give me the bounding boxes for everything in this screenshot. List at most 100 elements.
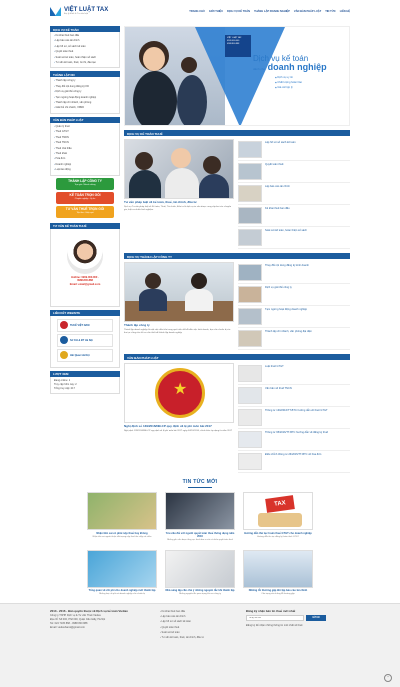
news-card[interactable]: Yêu cầu đối với người quyết toán thuế th… — [165, 492, 235, 542]
list-item[interactable]: Thay đổi nội dung đăng ký kinh doanh — [238, 262, 350, 284]
visit-counter: Đang online: 1 Truy cập hôm nay: 2 Tổng … — [50, 376, 120, 395]
thumbnail — [238, 185, 262, 202]
featured-article[interactable]: Tư vấn pháp luật về kế toán, thuế, tài c… — [124, 139, 234, 249]
list-item[interactable]: Điều chỉnh thông tư 26/2015/TT-BTC về hó… — [238, 451, 350, 473]
news-image — [87, 492, 157, 530]
featured-desc: Nghị định 139/2016/NĐ-CP quy định về lệ … — [124, 429, 233, 432]
nav-about[interactable]: GIỚI THIỆU — [209, 10, 223, 13]
nav-news[interactable]: TIN TỨC — [325, 10, 336, 13]
link-customs-hanoi[interactable]: Hải Quan Hà Nội — [57, 348, 113, 362]
news-card[interactable]: Tổng quan về chi phí cho doanh nghiệp mớ… — [87, 549, 157, 597]
newsletter-submit-button[interactable]: GỬI ĐI — [306, 615, 326, 621]
link-tax-vietnam[interactable]: THUẾ VIỆT NAM — [57, 318, 113, 332]
nav-company[interactable]: THÀNH LẬP DOANH NGHIỆP — [254, 10, 290, 13]
news-card[interactable]: Nhà sáng lập cần chú ý những nguyên tắc … — [165, 549, 235, 597]
list-item-title: Tạm ngừng hoạt động doanh nghiệp — [265, 308, 308, 311]
thumbnail — [238, 365, 262, 382]
sidebar-item[interactable]: Giải thể chi nhánh, VPĐD — [54, 105, 116, 110]
news-image — [87, 549, 157, 588]
banner-bullets: Dịch vụ uy tín Chất lượng hoàn hảo Giá c… — [275, 76, 302, 90]
list-item[interactable]: Dịch vụ giải thể công ty — [238, 284, 350, 306]
partner-links: THUẾ VIỆT NAM Sở KH & ĐT Hà Nội Hải Quan… — [50, 315, 120, 368]
list-item[interactable]: Lập báo cáo tài chính — [238, 183, 350, 205]
list-item[interactable]: Soát xét kế toán, hoàn thiện sổ sách — [238, 227, 350, 249]
thumbnail — [238, 163, 262, 180]
sidebar-item[interactable]: Luật lao động — [54, 167, 116, 172]
sidebar-item[interactable]: Tư vấn kế toán, thuế, ôn thi, đào tạo — [54, 60, 116, 65]
list-item-title: Văn bản về thuế TNCN — [265, 387, 292, 390]
accounting-package-button[interactable]: KẾ TOÁN TRỌN GÓI Chuyên nghiệp - Uy tín — [56, 191, 114, 204]
list-item[interactable]: Quyết toán thuế — [238, 161, 350, 183]
list-item[interactable]: Luật thuế GTGT — [238, 363, 350, 385]
list-item[interactable]: Thông tư 95/2016/TT-BTC hướng dẫn về đăn… — [238, 429, 350, 451]
news-image — [165, 492, 235, 530]
banner-bullet: Chất lượng hoàn hảo — [275, 81, 302, 86]
support-email[interactable]: Email: email@gmail.com — [54, 283, 116, 287]
list-item[interactable]: Văn bản về thuế TNCN — [238, 385, 350, 407]
sidebar-list-company: Thành lập công ty Thay đổi nội dung đăng… — [50, 77, 120, 114]
thumbnail — [238, 409, 262, 426]
list-item[interactable]: Thành lập chi nhánh, văn phòng đại diện — [238, 328, 350, 350]
list-item-title: Soát xét kế toán, hoàn thiện sổ sách — [265, 229, 307, 232]
site-logo[interactable]: VIỆT LUẬT TAX Đại lý thuế & Tư vấn luật — [50, 6, 108, 16]
banner-bullet: Giá cả hợp lý — [275, 86, 302, 91]
hero-banner[interactable]: VIỆT LUẬT TAX 0909.000.000 0988.800.888 … — [124, 26, 350, 126]
featured-article[interactable]: ★ Nghị định số 139/2016/NĐ-CP quy định v… — [124, 363, 234, 473]
news-card[interactable]: TAX Hướng dẫn thủ tục hoàn thuế GTGT cho … — [243, 492, 313, 542]
news-card[interactable]: Nhận tiền sai có phải nộp thuế hay không… — [87, 492, 157, 542]
tax-package-sub: Tận tâm - Hiệu quả — [76, 211, 94, 214]
list-item[interactable]: Lập hồ sơ sổ sách kế toán — [238, 139, 350, 161]
sidebar-list-law: Quản lý thuế Thuế GTGT Thuế TNDN Thuế TN… — [50, 122, 120, 176]
article-list: Thay đổi nội dung đăng ký kinh doanh Dịc… — [238, 262, 350, 350]
newsletter-email-input[interactable] — [246, 615, 304, 621]
list-item[interactable]: Tạm ngừng hoạt động doanh nghiệp — [238, 306, 350, 328]
news-card[interactable]: Những lỗi thường gặp khi lập báo cáo tài… — [243, 549, 313, 597]
nav-home[interactable]: TRANG CHỦ — [189, 10, 205, 13]
dpi-emblem-icon — [60, 336, 68, 345]
footer-email[interactable]: Email: viettaxhanoi@gmail.com — [50, 626, 154, 630]
news-title: Nhận tiền sai có phải nộp thuế hay không — [96, 531, 148, 535]
thumbnail — [238, 387, 262, 404]
news-title: Tổng quan về chi phí cho doanh nghiệp mớ… — [88, 589, 156, 593]
news-grid: Nhận tiền sai có phải nộp thuế hay không… — [50, 492, 350, 596]
list-item[interactable]: Kê khai thuế ban đầu — [238, 205, 350, 227]
featured-title[interactable]: Nghị định số 139/2016/NĐ-CP quy định về … — [124, 424, 234, 429]
list-item-title: Dịch vụ giải thể công ty — [265, 286, 292, 289]
featured-desc: Dịch vụ Tư vấn pháp luật về Kế toán, Thu… — [124, 205, 232, 211]
company-setup-button[interactable]: THÀNH LẬP CÔNG TY Trọn gói - Nhanh chóng — [56, 177, 114, 190]
news-desc: Cẩn trọng với những lỗi thường gặp — [261, 593, 295, 596]
featured-title[interactable]: Thành lập công ty — [124, 323, 234, 328]
link-dpi-hanoi[interactable]: Sở KH & ĐT Hà Nội — [57, 333, 113, 347]
featured-desc: Thành lập doanh nghiệp là một việc đầu t… — [124, 328, 231, 334]
featured-image — [124, 262, 234, 322]
nav-law[interactable]: VĂN BẢN PHÁP LUẬT — [294, 10, 321, 13]
thumbnail — [238, 207, 262, 224]
support-box: Hotline: 0909.000.000 - 0988.800.888 Ema… — [50, 228, 120, 307]
sidebar: DỊCH VỤ KẾ TOÁN Kê khai thuế ban đầu Lập… — [50, 26, 120, 473]
thumbnail — [238, 286, 262, 303]
back-to-top-icon[interactable]: ⌃ — [384, 674, 392, 682]
tax-package-button[interactable]: TƯ VẤN THUẾ TRỌN GÓI Tận tâm - Hiệu quả — [56, 205, 114, 218]
list-item-title: Thông tư 130/2016/TT-BTC hướng dẫn về th… — [265, 409, 328, 412]
featured-article[interactable]: Thành lập công ty Thành lập doanh nghiệp… — [124, 262, 234, 350]
list-item-title: Kê khai thuế ban đầu — [265, 207, 290, 210]
thumbnail — [238, 453, 262, 470]
banner-title: Dịch vụ kế toán dành cho doanh nghiệp — [253, 54, 327, 74]
customs-emblem-icon — [60, 351, 68, 360]
nav-contact[interactable]: LIÊN HỆ — [340, 10, 350, 13]
banner-title-small: dành cho — [253, 67, 266, 71]
footer-company-info: 2013 - 2016 - Bản quyền thuộc về Dịch vụ… — [50, 609, 154, 640]
list-item-title: Điều chỉnh thông tư 26/2015/TT-BTC về hó… — [265, 453, 322, 456]
list-item[interactable]: Thông tư 130/2016/TT-BTC hướng dẫn về th… — [238, 407, 350, 429]
list-item-title: Lập báo cáo tài chính — [265, 185, 290, 188]
section-accounting: DỊCH VỤ KẾ TOÁN THUẾ Tư vấn pháp luật về… — [124, 130, 350, 249]
news-image: TAX — [243, 492, 313, 530]
list-item-title: Thay đổi nội dung đăng ký kinh doanh — [265, 264, 309, 267]
newsletter-title: Đăng ký nhận bản tin thuế mới nhất — [246, 609, 296, 613]
news-desc: Những nguyên tắc quan trọng khi mở công … — [179, 593, 221, 596]
banner-contact-box: VIỆT LUẬT TAX 0909.000.000 0988.800.888 — [225, 35, 251, 57]
nav-accounting[interactable]: DỊCH VỤ KẾ TOÁN — [227, 10, 250, 13]
featured-title[interactable]: Tư vấn pháp luật về kế toán, thuế, tài c… — [124, 200, 234, 205]
news-desc: Nhận tiền sai người thuộc đối tượng nộp … — [92, 535, 152, 538]
footer-link[interactable]: Tư vấn kế toán, thuế, tài chính, đầu tư — [160, 635, 240, 640]
